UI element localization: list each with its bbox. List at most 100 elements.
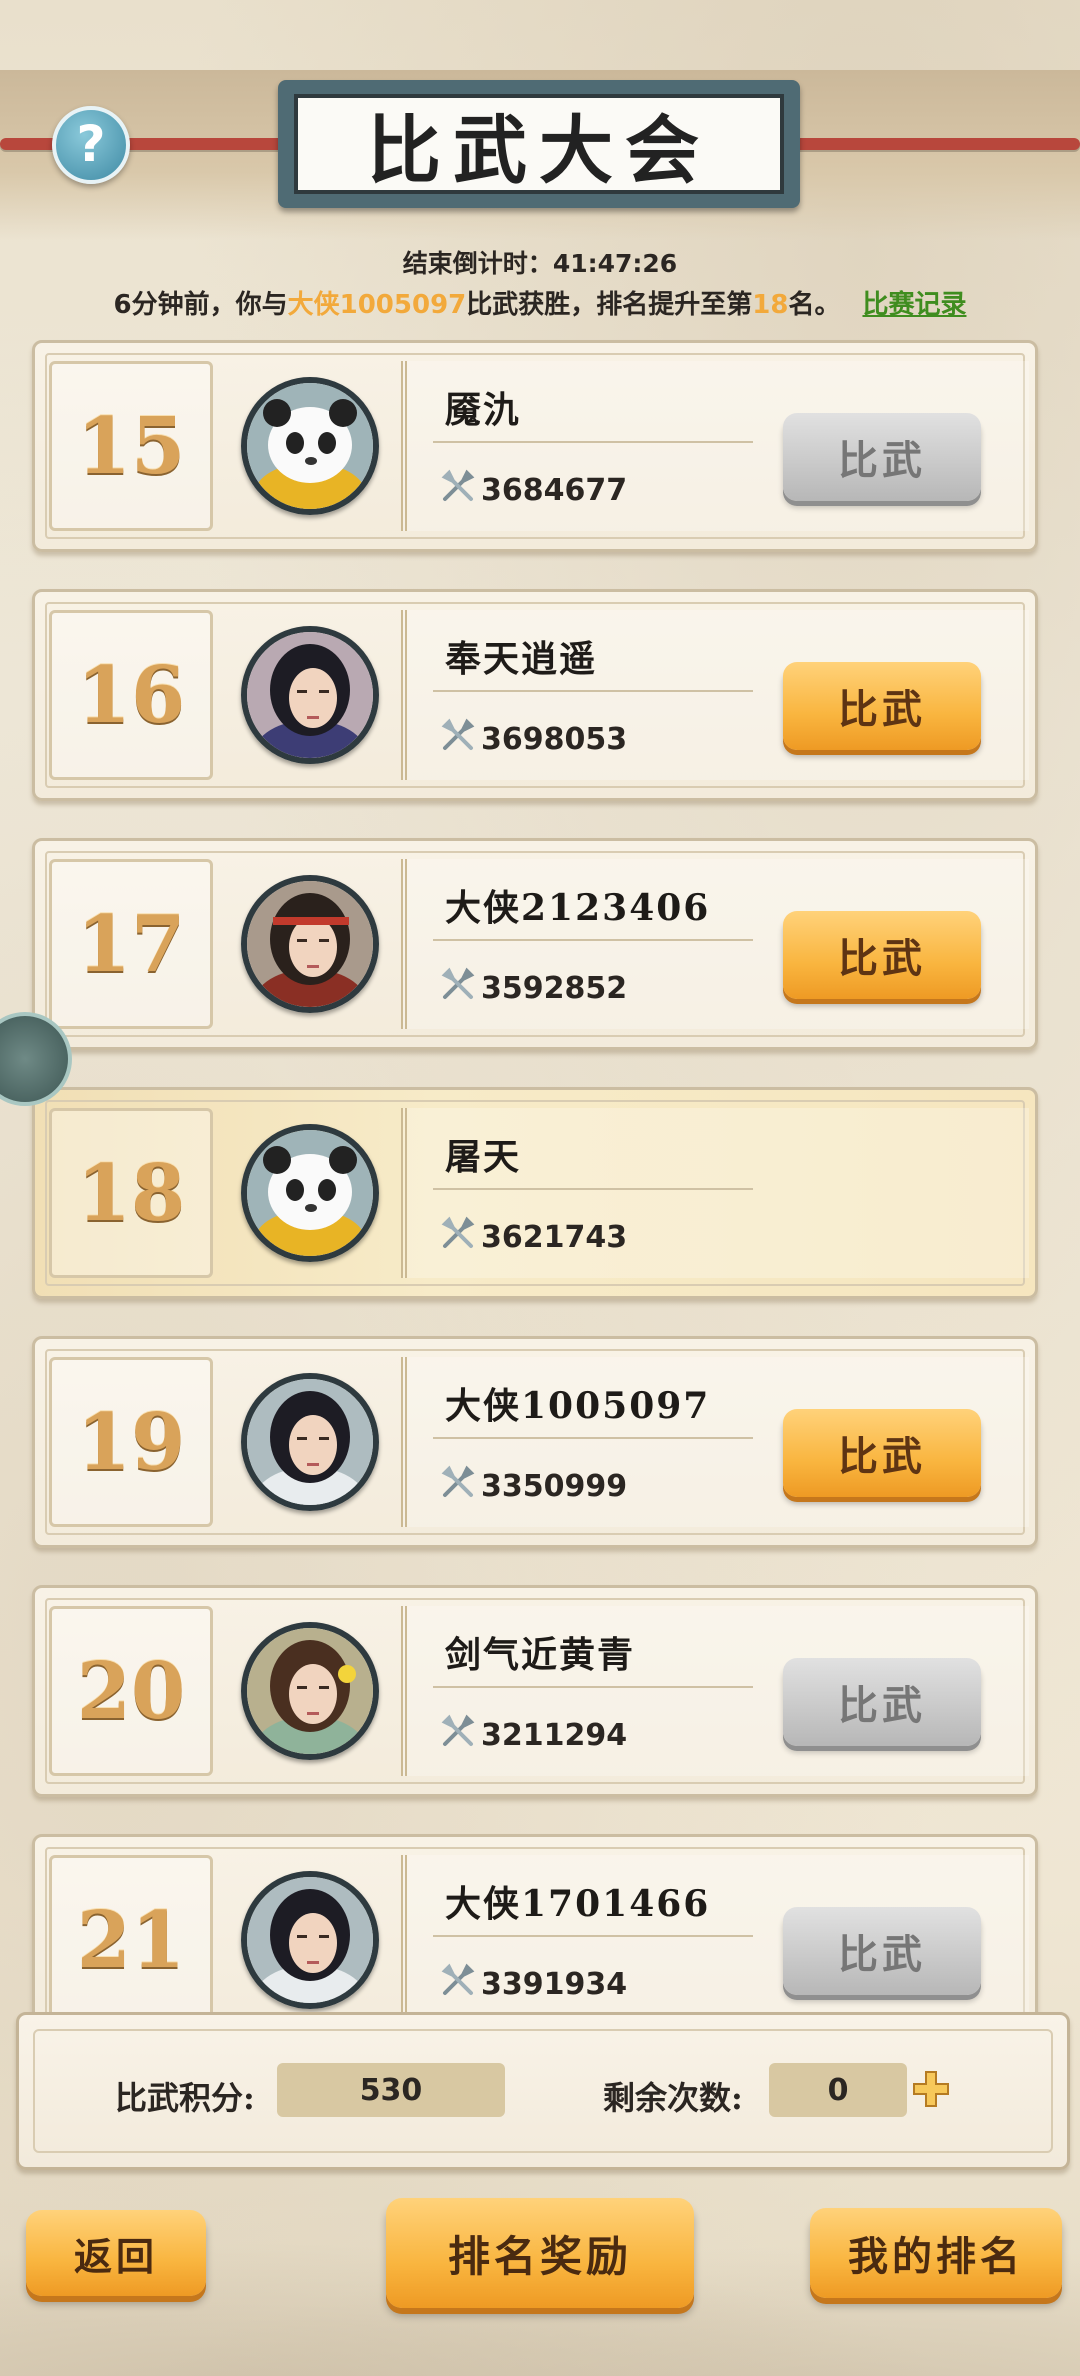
divider [433, 690, 753, 692]
player-info: 魇氿 3684677 比武 [401, 361, 1029, 531]
panda-avatar[interactable] [241, 1124, 379, 1262]
battle-rank: 18 [752, 290, 789, 320]
player-name: 魇氿 [445, 389, 522, 431]
add-attempts-icon[interactable] [911, 2069, 951, 2109]
rank-rewards-button[interactable]: 排名奖励 [386, 2198, 694, 2308]
rank-number: 15 [76, 400, 186, 492]
challenge-button[interactable]: 比武 [783, 1658, 981, 1746]
combat-power: 3211294 [441, 1714, 627, 1756]
male-swordsman-avatar[interactable] [241, 1871, 379, 2009]
crossed-swords-icon [441, 469, 475, 511]
player-name: 大侠1005097 [445, 1385, 711, 1427]
headband-warrior-avatar[interactable] [241, 875, 379, 1013]
points-value: 530 [277, 2063, 505, 2117]
countdown: 结束倒计时：41:47:26 [0, 244, 1080, 280]
remaining-value: 0 [769, 2063, 907, 2117]
player-info: 大侠1701466 3391934 比武 [401, 1855, 1029, 2025]
combat-power-value: 3391934 [481, 1966, 628, 2002]
divider [433, 939, 753, 941]
combat-power-value: 3621743 [481, 1219, 628, 1255]
combat-power-value: 3211294 [481, 1717, 628, 1753]
rank-number: 19 [76, 1396, 186, 1488]
match-record-link[interactable]: 比赛记录 [862, 290, 966, 320]
rank-number: 18 [76, 1147, 186, 1239]
player-name: 奉天逍遥 [445, 638, 598, 680]
combat-power: 3684677 [441, 469, 627, 511]
battle-message-suffix: 名。 [788, 290, 841, 320]
rank-number: 16 [76, 649, 186, 741]
rank-number-box: 21 [49, 1855, 213, 2025]
female-hero-avatar[interactable] [241, 626, 379, 764]
combat-power-value: 3350999 [481, 1468, 628, 1504]
combat-power: 3621743 [441, 1216, 627, 1258]
crossed-swords-icon [441, 1714, 475, 1756]
rank-card: 19 大侠1005097 3350999 比武 [32, 1336, 1038, 1548]
crossed-swords-icon [441, 967, 475, 1009]
help-button[interactable]: ? [52, 106, 130, 184]
countdown-value: 41:47:26 [552, 249, 678, 278]
challenge-button[interactable]: 比武 [783, 1907, 981, 1995]
remaining-label: 剩余次数: [603, 2079, 743, 2117]
crossed-swords-icon [441, 1963, 475, 2005]
flower-girl-avatar[interactable] [241, 1622, 379, 1760]
rank-number-box: 15 [49, 361, 213, 531]
divider [433, 1935, 753, 1937]
rank-card: 15 魇氿 3684677 比武 [32, 340, 1038, 552]
panda-avatar[interactable] [241, 377, 379, 515]
divider [433, 1188, 753, 1190]
combat-power: 3350999 [441, 1465, 627, 1507]
player-name: 大侠2123406 [445, 887, 711, 929]
combat-power-value: 3592852 [481, 970, 628, 1006]
player-info: 剑气近黄青 3211294 比武 [401, 1606, 1029, 1776]
page-title: 比武大会 [367, 107, 711, 194]
crossed-swords-icon [441, 1216, 475, 1258]
rank-number: 21 [76, 1894, 186, 1986]
challenge-button[interactable]: 比武 [783, 911, 981, 999]
divider [433, 441, 753, 443]
rank-number-box: 19 [49, 1357, 213, 1527]
rank-number-box: 18 [49, 1108, 213, 1278]
rank-list: 15 魇氿 3684677 比武 16 奉天逍遥 3698053 比武 17 大侠2123406 3… [32, 340, 1038, 2083]
battle-message-middle: 比武获胜，排名提升至第 [466, 290, 753, 320]
player-name: 屠天 [445, 1136, 522, 1178]
title-plaque: 比武大会 [278, 80, 800, 208]
challenge-button[interactable]: 比武 [783, 413, 981, 501]
rank-card: 17 大侠2123406 3592852 比武 [32, 838, 1038, 1050]
player-info: 大侠2123406 3592852 比武 [401, 859, 1029, 1029]
player-name: 大侠1701466 [445, 1883, 711, 1925]
my-rank-button[interactable]: 我的排名 [810, 2208, 1062, 2298]
combat-power: 3391934 [441, 1963, 627, 2005]
rank-card: 18 屠天 3621743 [32, 1087, 1038, 1299]
crossed-swords-icon [441, 718, 475, 760]
question-icon: ? [76, 115, 106, 173]
combat-power-value: 3684677 [481, 472, 628, 508]
countdown-label: 结束倒计时： [402, 249, 553, 278]
rank-card: 20 剑气近黄青 3211294 比武 [32, 1585, 1038, 1797]
challenge-button[interactable]: 比武 [783, 1409, 981, 1497]
crossed-swords-icon [441, 1465, 475, 1507]
combat-power-value: 3698053 [481, 721, 628, 757]
challenge-button[interactable]: 比武 [783, 662, 981, 750]
rope-right [780, 138, 1080, 150]
player-info: 奉天逍遥 3698053 比武 [401, 610, 1029, 780]
rank-number-box: 16 [49, 610, 213, 780]
combat-power: 3698053 [441, 718, 627, 760]
combat-power: 3592852 [441, 967, 627, 1009]
player-info: 大侠1005097 3350999 比武 [401, 1357, 1029, 1527]
player-name: 剑气近黄青 [445, 1634, 636, 1676]
rope-left [0, 138, 300, 150]
rank-number: 20 [76, 1645, 186, 1737]
battle-opponent: 大侠1005097 [287, 290, 467, 320]
rank-number-box: 20 [49, 1606, 213, 1776]
back-button[interactable]: 返回 [26, 2210, 206, 2296]
divider [433, 1437, 753, 1439]
player-info: 屠天 3621743 [401, 1108, 1029, 1278]
male-swordsman-avatar[interactable] [241, 1373, 379, 1511]
battle-message: 6分钟前，你与大侠1005097比武获胜，排名提升至第18名。 比赛记录 [0, 284, 1080, 321]
stats-panel: 比武积分: 530 剩余次数: 0 [16, 2012, 1070, 2170]
divider [433, 1686, 753, 1688]
rank-card: 16 奉天逍遥 3698053 比武 [32, 589, 1038, 801]
points-label: 比武积分: [115, 2079, 255, 2117]
rank-number-box: 17 [49, 859, 213, 1029]
battle-message-prefix: 6分钟前，你与 [113, 290, 288, 320]
